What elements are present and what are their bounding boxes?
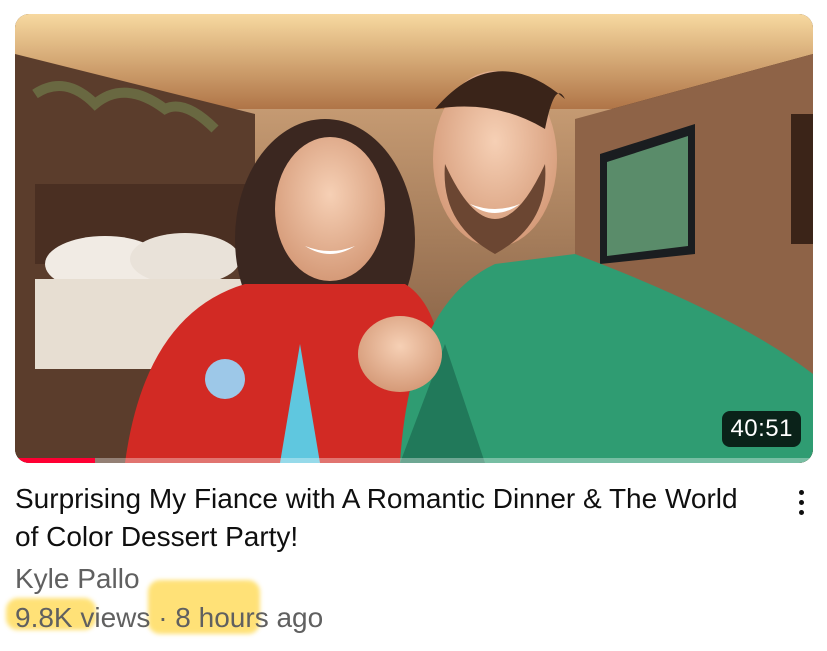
more-vertical-icon-dot — [798, 499, 804, 505]
progress-track — [15, 458, 813, 463]
more-vertical-icon — [798, 489, 804, 495]
upload-age: 8 hours ago — [175, 602, 324, 633]
channel-name[interactable]: Kyle Pallo — [15, 563, 140, 595]
duration-badge: 40:51 — [722, 411, 801, 447]
view-count: 9.8K views — [15, 602, 151, 633]
video-thumbnail[interactable]: 40:51 — [15, 14, 813, 463]
thumbnail-image — [15, 14, 813, 463]
more-options-button[interactable] — [789, 484, 813, 520]
watch-progress-bar — [15, 458, 95, 463]
video-title[interactable]: Surprising My Fiance with A Romantic Din… — [15, 480, 765, 556]
more-vertical-icon-dot — [798, 509, 804, 515]
meta-separator: · — [158, 602, 168, 633]
video-metadata: 9.8K views · 8 hours ago — [15, 602, 323, 634]
